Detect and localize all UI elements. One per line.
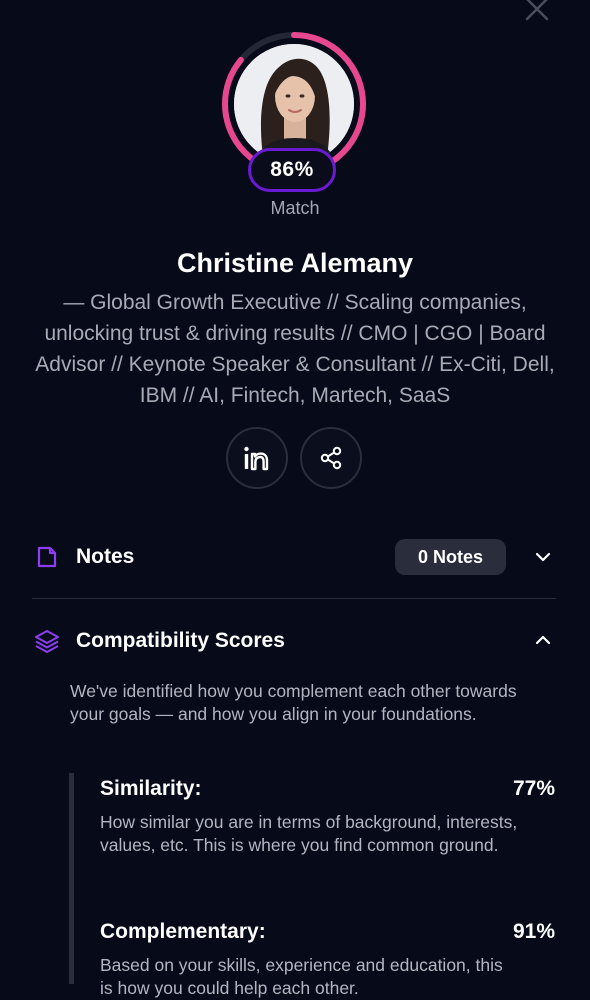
layers-icon: [35, 630, 59, 653]
avatar-photo: [234, 44, 354, 164]
notes-title: Notes: [76, 545, 135, 568]
share-button[interactable]: [300, 427, 362, 489]
similarity-score: 77%: [512, 777, 555, 800]
profile-headline: — Global Growth Executive // Scaling com…: [35, 291, 555, 407]
linkedin-icon: [244, 446, 269, 471]
section-divider: [32, 598, 556, 599]
match-percentage: 86%: [270, 158, 314, 181]
notes-count-badge: 0 Notes: [395, 539, 506, 575]
linkedin-button[interactable]: [226, 427, 288, 489]
note-icon: [37, 546, 57, 568]
match-percentage-badge: 86%: [248, 148, 336, 192]
similarity-title: Similarity:: [100, 777, 202, 800]
complementary-description: Based on your skills, experience and edu…: [100, 955, 503, 998]
chevron-up-icon[interactable]: [533, 630, 553, 650]
similarity-description: How similar you are in terms of backgrou…: [100, 812, 518, 855]
compatibility-section-header[interactable]: Compatibility Scores: [34, 624, 556, 658]
compatibility-title: Compatibility Scores: [76, 629, 285, 652]
profile-name: Christine Alemany: [176, 248, 414, 278]
chevron-down-icon[interactable]: [533, 547, 553, 567]
match-label: Match: [270, 198, 320, 218]
score-list-indicator: [69, 773, 74, 984]
close-icon[interactable]: [522, 0, 552, 24]
complementary-title: Complementary:: [100, 920, 266, 943]
compatibility-description: We've identified how you complement each…: [70, 681, 517, 724]
complementary-score: 91%: [512, 920, 555, 943]
share-icon: [320, 446, 342, 470]
